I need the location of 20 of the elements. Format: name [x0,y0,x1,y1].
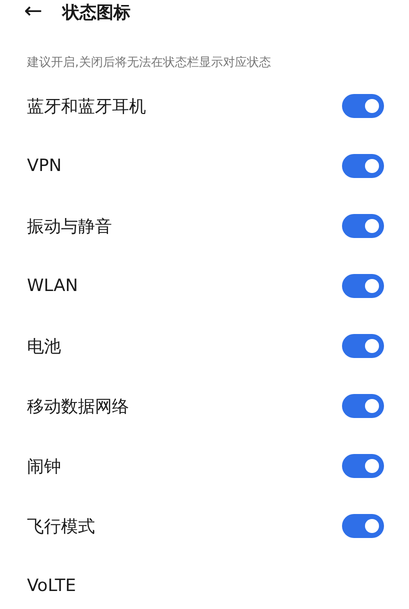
setting-label: 蓝牙和蓝牙耳机 [27,96,146,118]
toggle-switch[interactable] [342,214,384,238]
toggle-switch[interactable] [342,274,384,298]
back-button[interactable]: ← [24,0,42,24]
setting-label: VPN [27,156,62,176]
toggle-switch[interactable] [342,94,384,118]
setting-label: 电池 [27,336,61,358]
toggle-switch[interactable] [342,514,384,538]
hint-text: 建议开启,关闭后将无法在状态栏显示对应状态 [26,54,272,71]
page-title: 状态图标 [62,2,130,24]
toggle-switch[interactable] [342,454,384,478]
toggle-switch[interactable] [342,334,384,358]
toggle-switch[interactable] [342,154,384,178]
setting-label: WLAN [27,276,78,296]
setting-label: 振动与静音 [27,216,112,238]
setting-label: VoLTE [27,576,76,596]
toggle-switch[interactable] [342,394,384,418]
setting-label: 移动数据网络 [27,396,129,418]
setting-label: 闹钟 [27,456,61,478]
setting-label: 飞行模式 [27,516,95,538]
